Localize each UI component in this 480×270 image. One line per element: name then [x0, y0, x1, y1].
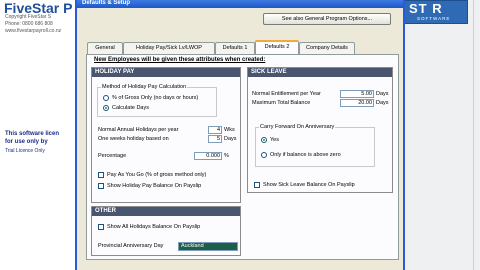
carry-forward-label: Carry Forward On Anniversary — [259, 124, 336, 130]
tab-general[interactable]: General — [87, 42, 123, 54]
tab-defaults-2[interactable]: Defaults 2 — [255, 40, 299, 54]
website-link[interactable]: www.fivestarpayroll.co.nz — [5, 28, 61, 34]
sick-leave-header: SICK LEAVE — [248, 68, 392, 77]
provincial-day-select[interactable]: Auckland — [178, 242, 238, 251]
logo-text: ST R — [409, 1, 443, 16]
week-based-on-input[interactable]: 5 — [208, 135, 222, 143]
percentage-input[interactable]: 0.000 — [194, 152, 222, 160]
tab-holiday-pay-sick-leave[interactable]: Holiday Pay/Sick Lv/LWOP — [123, 42, 215, 54]
show-holiday-balance-label: Show Holiday Pay Balance On Payslip — [107, 183, 202, 189]
phone-text: Phone: 0800 686 808 — [5, 21, 53, 27]
annual-holidays-unit: Wks — [224, 127, 235, 133]
show-holiday-balance-checkbox[interactable] — [98, 183, 104, 189]
carry-only-above-zero-radio[interactable] — [261, 152, 267, 158]
carry-only-above-zero-label: Only if balance is above zero — [270, 152, 341, 158]
logo-subtext: SOFTWARE — [417, 16, 451, 21]
percentage-unit: % — [224, 153, 229, 159]
carry-yes-radio[interactable] — [261, 137, 267, 143]
trial-licence-text: Trial Licence Only — [5, 148, 45, 154]
annual-holidays-label: Normal Annual Holidays per year — [98, 127, 179, 133]
panel-heading: New Employees will be given these attrib… — [94, 57, 266, 63]
other-section: OTHER Show All Holidays Balance On Paysl… — [91, 206, 241, 256]
sick-leave-section: SICK LEAVE Normal Entitlement per Year 5… — [247, 67, 393, 193]
licence-notice-2: for use only by — [5, 139, 48, 145]
other-header: OTHER — [92, 207, 240, 216]
max-balance-input[interactable]: 20.00 — [340, 99, 374, 107]
percentage-label: Percentage — [98, 153, 127, 159]
dialog-title: Defaults & Setup — [82, 0, 131, 6]
provincial-day-label: Provincial Anniversary Day — [98, 243, 164, 249]
show-sick-balance-label: Show Sick Leave Balance On Payslip — [263, 182, 355, 188]
entitlement-label: Normal Entitlement per Year — [252, 91, 321, 97]
holiday-method-label: Method of Holiday Pay Calculation — [101, 84, 188, 90]
entitlement-unit: Days — [376, 91, 389, 97]
percent-gross-label: % of Gross Only (no days or hours) — [112, 95, 199, 101]
show-all-holidays-label: Show All Holidays Balance On Payslip — [107, 224, 201, 230]
annual-holidays-input[interactable]: 4 — [208, 126, 222, 134]
pay-as-you-go-label: Pay As You Go (% of gross method only) — [107, 172, 207, 178]
max-balance-label: Maximum Total Balance — [252, 100, 311, 106]
show-sick-balance-checkbox[interactable] — [254, 182, 260, 188]
defaults-setup-dialog: Defaults & Setup See also General Progra… — [75, 0, 405, 270]
company-logo: ST R SOFTWARE — [402, 0, 468, 24]
entitlement-input[interactable]: 5.00 — [340, 90, 374, 98]
general-program-options-button[interactable]: See also General Program Options... — [263, 13, 391, 25]
holiday-pay-section: HOLIDAY PAY Method of Holiday Pay Calcul… — [91, 67, 241, 203]
holiday-pay-header: HOLIDAY PAY — [92, 68, 240, 77]
holiday-method-group: Method of Holiday Pay Calculation % of G… — [97, 84, 217, 117]
copyright-text: Copyright FiveStar S — [5, 14, 52, 20]
page-scrollbar[interactable] — [473, 0, 480, 270]
tab-company-details[interactable]: Company Details — [299, 42, 355, 54]
background-right-pane — [400, 0, 480, 270]
licence-notice-1: This software licen — [5, 131, 60, 137]
max-balance-unit: Days — [376, 100, 389, 106]
calculate-days-radio[interactable] — [103, 105, 109, 111]
week-based-on-unit: Days — [224, 136, 237, 142]
week-based-on-label: One weeks holiday based on — [98, 136, 169, 142]
calculate-days-label: Calculate Days — [112, 105, 149, 111]
dialog-titlebar[interactable]: Defaults & Setup — [77, 0, 403, 8]
show-all-holidays-checkbox[interactable] — [98, 224, 104, 230]
carry-forward-group: Carry Forward On Anniversary Yes Only if… — [255, 124, 375, 167]
pay-as-you-go-checkbox[interactable] — [98, 172, 104, 178]
tab-defaults-1[interactable]: Defaults 1 — [215, 42, 255, 54]
percent-gross-radio[interactable] — [103, 95, 109, 101]
carry-yes-label: Yes — [270, 137, 279, 143]
defaults-2-panel: New Employees will be given these attrib… — [86, 54, 399, 260]
